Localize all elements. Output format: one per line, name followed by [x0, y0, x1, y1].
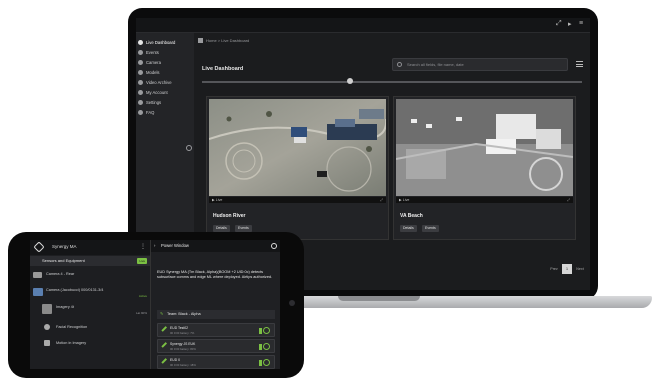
sidebar-item-video-archive[interactable]: Video Archive — [138, 78, 192, 88]
breadcrumb-home[interactable]: Home — [206, 38, 217, 43]
unit-item[interactable]: Synergy JS EUK 00 0:00 battery: 80% — [157, 339, 275, 353]
fullscreen-icon[interactable]: ⤢ — [567, 197, 570, 203]
events-icon — [138, 50, 143, 55]
pagination-prev[interactable]: Prev — [548, 264, 560, 274]
list-item[interactable]: Imagery 4t Lat 90% — [30, 302, 150, 318]
list-view-icon[interactable] — [576, 61, 583, 67]
timeline-slider-track[interactable] — [202, 81, 582, 83]
user-icon — [138, 90, 143, 95]
sensors-section-header[interactable]: Sensors and Equipment Live — [30, 256, 150, 266]
chevron-right-icon[interactable]: › — [154, 240, 155, 252]
camera-icon — [33, 272, 42, 278]
faq-icon — [138, 110, 143, 115]
card-title: VA Beach — [400, 213, 423, 219]
team-header[interactable]: ✎ Team: Black - Alpha — [157, 310, 275, 319]
app-title: Synergy MA — [52, 244, 77, 249]
events-button[interactable]: Events — [235, 225, 252, 232]
sidebar-item-camera[interactable]: Camera — [138, 58, 192, 68]
search-icon — [397, 62, 402, 67]
pen-icon — [161, 358, 167, 364]
status-icon[interactable] — [263, 359, 270, 366]
sidebar-item-settings[interactable]: Settings — [138, 98, 192, 108]
home-icon[interactable] — [198, 38, 203, 43]
breadcrumb-current: Live Dashboard — [221, 38, 250, 43]
more-icon[interactable]: ⋮ — [140, 243, 146, 250]
gear-icon[interactable] — [186, 145, 192, 151]
laptop-notch — [338, 296, 420, 301]
archive-icon — [138, 80, 143, 85]
list-item[interactable]: Camera (Jacobucci) 000/0131-3/4 Active — [30, 285, 150, 299]
phone-header: Synergy MA ⋮ — [30, 240, 150, 255]
models-icon — [138, 70, 143, 75]
forward-icon[interactable]: ▸ — [568, 20, 572, 28]
breadcrumb: Home > Live Dashboard — [198, 38, 249, 43]
fullscreen-icon[interactable]: ⤢ — [380, 197, 383, 203]
page-title: Live Dashboard — [202, 66, 244, 72]
pagination-page[interactable]: 1 — [562, 264, 572, 274]
timeline-slider-handle[interactable] — [347, 78, 353, 84]
status-icon[interactable] — [263, 327, 270, 334]
list-item[interactable]: Motion in Imagery — [30, 338, 150, 350]
window-titlebar: ⤢ ▸ ≡ — [136, 18, 590, 33]
details-button[interactable]: Details — [213, 225, 230, 232]
sidebar-item-events[interactable]: Events — [138, 48, 192, 58]
motion-icon — [44, 340, 50, 346]
phone-screen: Synergy MA ⋮ Sensors and Equipment Live … — [30, 240, 280, 369]
battery-icon — [259, 360, 262, 366]
sidebar-item-live-dashboard[interactable]: Live Dashboard — [138, 38, 192, 48]
power-window-panel: › Power Window EUD Synergy MA (Tm Black,… — [150, 240, 280, 369]
imagery-thumb-icon — [42, 304, 52, 314]
logo-icon — [33, 241, 45, 253]
power-window-header: › Power Window — [151, 240, 280, 252]
card-title: Hudson River — [213, 213, 246, 219]
video-thumb-icon — [33, 288, 43, 296]
settings-icon — [138, 100, 143, 105]
camera-card: ▶ Live ⤢ Hudson River Details Events — [206, 96, 389, 240]
unit-item[interactable]: EUD 0 00 0:00 battery: 18% — [157, 355, 275, 369]
search-input[interactable]: Search all fields, file name, date — [392, 58, 568, 71]
power-window-message: EUD Synergy MA (Tm Black, Alpha)(BOOM +2… — [157, 270, 273, 280]
menu-icon[interactable]: ≡ — [579, 20, 583, 27]
live-label: Live — [215, 198, 223, 202]
pen-icon — [161, 342, 167, 348]
dashboard-icon — [138, 40, 143, 45]
sidebar-item-models[interactable]: Models — [138, 68, 192, 78]
pagination-next[interactable]: Next — [574, 264, 586, 274]
face-icon — [44, 324, 50, 330]
phone-camera — [289, 300, 295, 306]
camera-feed[interactable] — [209, 99, 386, 196]
feed-controls: ▶ Live ⤢ — [209, 197, 386, 203]
sidebar-item-faq[interactable]: FAQ — [138, 108, 192, 118]
status-icon[interactable] — [263, 343, 270, 350]
wifi-icon — [259, 344, 262, 350]
camera-feed[interactable] — [396, 99, 573, 196]
camera-icon — [138, 60, 143, 65]
pen-icon: ✎ — [160, 312, 164, 316]
list-item[interactable]: Facial Recognition — [30, 322, 150, 334]
camera-card: ▶ Live ⤢ VA Beach Details Events — [393, 96, 576, 240]
play-icon[interactable]: ▶ — [212, 198, 215, 202]
unit-item[interactable]: EUD Test02 00 0:00 battery: 7% — [157, 323, 275, 337]
fullscreen-icon[interactable]: ⤢ — [556, 20, 562, 28]
battery-icon — [259, 328, 262, 334]
events-button[interactable]: Events — [422, 225, 439, 232]
pen-icon — [161, 326, 167, 332]
live-label: Live — [402, 198, 410, 202]
list-item[interactable]: Camera 4 - Rear — [30, 271, 150, 281]
play-icon[interactable]: ▶ — [399, 198, 402, 202]
gear-icon[interactable] — [271, 243, 277, 249]
live-badge: Live — [137, 258, 147, 264]
details-button[interactable]: Details — [400, 225, 417, 232]
sidebar-item-my-account[interactable]: My Account — [138, 88, 192, 98]
feed-controls: ▶ Live ⤢ — [396, 197, 573, 203]
